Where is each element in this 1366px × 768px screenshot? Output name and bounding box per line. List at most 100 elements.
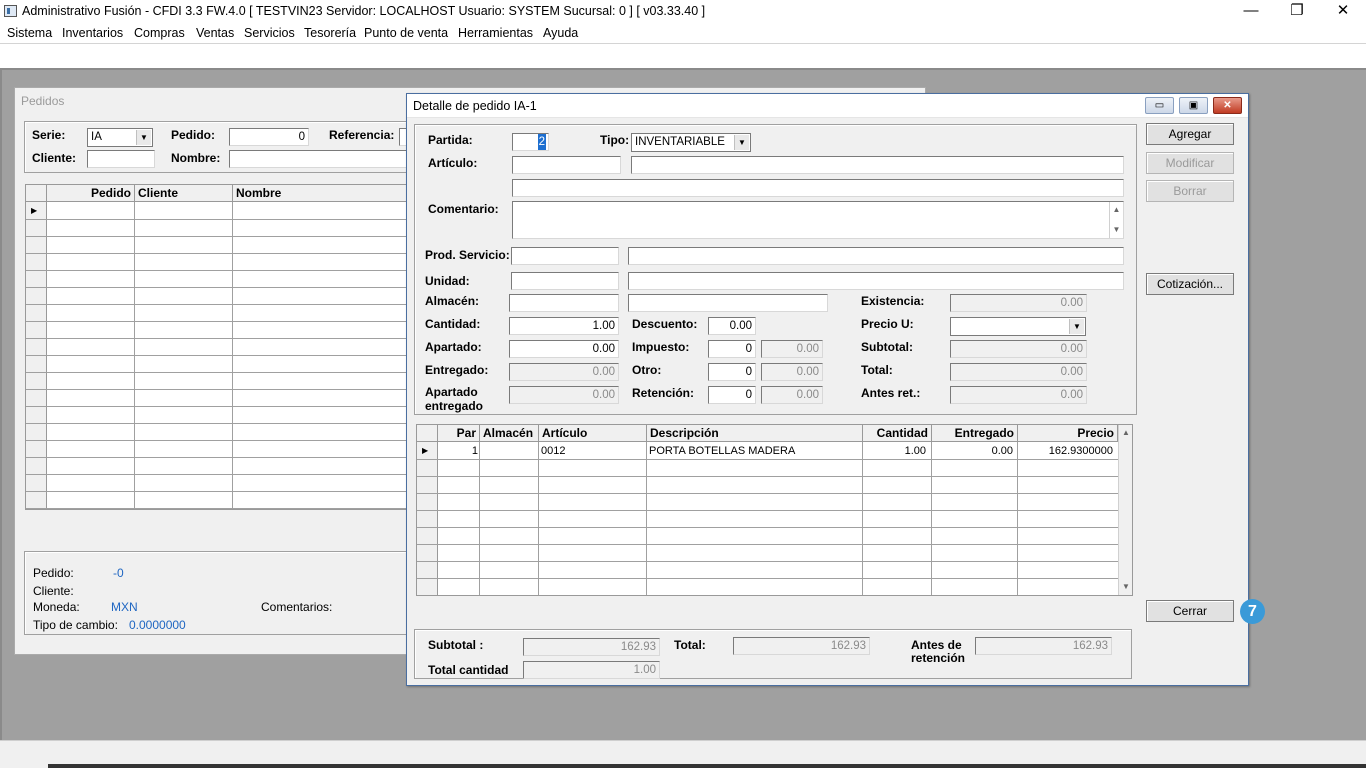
prod-servicio-name-input[interactable]: [628, 247, 1124, 265]
agregar-button[interactable]: Agregar: [1146, 123, 1234, 145]
scroll-up-icon[interactable]: ▲: [1119, 425, 1132, 441]
articulo-name-input[interactable]: [631, 156, 1124, 174]
col-articulo[interactable]: Artículo: [539, 425, 647, 442]
summary-total-cantidad-label: Total cantidad: [428, 663, 509, 677]
grid-row-line: [26, 321, 409, 322]
dialog-minimize-icon[interactable]: ▭: [1145, 97, 1174, 114]
scroll-down-icon[interactable]: ▼: [1110, 222, 1123, 238]
col-par[interactable]: Par: [438, 425, 480, 442]
tipo-select[interactable]: INVENTARIABLE ▼: [631, 133, 751, 152]
menu-ayuda[interactable]: Ayuda: [543, 26, 578, 40]
cell-cantidad: 1.00: [904, 445, 926, 457]
step-badge: 7: [1240, 599, 1265, 624]
unidad-name-input[interactable]: [628, 272, 1124, 290]
partidas-scrollbar[interactable]: ▲ ▼: [1118, 425, 1132, 595]
partidas-grid[interactable]: Par Almacén Artículo Descripción Cantida…: [416, 424, 1133, 596]
retencion-label: Retención:: [632, 386, 695, 400]
otro-input[interactable]: 0: [708, 363, 756, 381]
impuesto-input[interactable]: 0: [708, 340, 756, 358]
existencia-label: Existencia:: [861, 294, 925, 308]
pedidos-caption: Pedidos: [21, 94, 65, 108]
grid-column-line: [232, 202, 233, 509]
menu-servicios[interactable]: Servicios: [244, 26, 295, 40]
comentario-textarea[interactable]: ▲ ▼: [512, 201, 1124, 239]
apartado-entregado-field: 0.00: [509, 386, 619, 404]
unidad-label: Unidad:: [425, 274, 470, 288]
menu-tesoreria[interactable]: Tesorería: [304, 26, 356, 40]
current-row-arrow-icon: ▶: [422, 446, 429, 455]
dialog-close-icon[interactable]: ✕: [1213, 97, 1242, 114]
pedido-input[interactable]: 0: [229, 128, 309, 146]
menu-punto-de-venta[interactable]: Punto de venta: [364, 26, 448, 40]
col-cliente[interactable]: Cliente: [135, 185, 233, 202]
grid-row-line: [417, 578, 1118, 579]
cerrar-button[interactable]: Cerrar: [1146, 600, 1234, 622]
col-nombre[interactable]: Nombre: [233, 185, 409, 202]
row-indicator-column: [417, 442, 438, 595]
partida-input[interactable]: 2: [512, 133, 549, 151]
retencion-input[interactable]: 0: [708, 386, 756, 404]
cantidad-input[interactable]: 1.00: [509, 317, 619, 335]
chevron-down-icon[interactable]: ▼: [136, 130, 151, 145]
col-precio[interactable]: Precio: [1018, 425, 1118, 442]
modificar-button[interactable]: Modificar: [1146, 152, 1234, 174]
grid-row-line: [26, 338, 409, 339]
pedidos-grid[interactable]: Pedido Cliente Nombre ▶: [25, 184, 410, 510]
grid-row-line: [26, 457, 409, 458]
col-descripcion[interactable]: Descripción: [647, 425, 863, 442]
articulo-extra-input[interactable]: [512, 179, 1124, 197]
retencion-amount: 0.00: [761, 386, 823, 404]
descuento-label: Descuento:: [632, 317, 698, 331]
nombre-input[interactable]: [229, 150, 409, 168]
grid-row-line: [26, 389, 409, 390]
dialog-restore-icon[interactable]: ▣: [1179, 97, 1208, 114]
serie-select[interactable]: IA ▼: [87, 128, 153, 147]
col-almacen[interactable]: Almacén: [480, 425, 539, 442]
almacen-code-input[interactable]: [509, 294, 619, 312]
menu-inventarios[interactable]: Inventarios: [62, 26, 123, 40]
borrar-button[interactable]: Borrar: [1146, 180, 1234, 202]
footer-tipo-cambio-label: Tipo de cambio:: [33, 618, 118, 632]
summary-total-label: Total:: [674, 638, 706, 652]
title-bar: Administrativo Fusión - CFDI 3.3 FW.4.0 …: [0, 0, 1366, 24]
comentario-scrollbar[interactable]: ▲ ▼: [1109, 202, 1123, 238]
menu-ventas[interactable]: Ventas: [196, 26, 234, 40]
chevron-down-icon[interactable]: ▼: [1069, 319, 1084, 334]
unidad-code-input[interactable]: [511, 272, 619, 290]
precio-u-select[interactable]: ▼: [950, 317, 1086, 336]
nombre-label: Nombre:: [171, 151, 221, 165]
scroll-up-icon[interactable]: ▲: [1110, 202, 1123, 218]
grid-row-line: [26, 423, 409, 424]
grid-column-line: [538, 442, 539, 595]
minimize-button[interactable]: —: [1228, 0, 1274, 24]
scroll-down-icon[interactable]: ▼: [1119, 579, 1132, 595]
prod-servicio-code-input[interactable]: [511, 247, 619, 265]
grid-row-line: [417, 561, 1118, 562]
maximize-button[interactable]: ❐: [1274, 0, 1320, 24]
cotizacion-button[interactable]: Cotización...: [1146, 273, 1234, 295]
menu-herramientas[interactable]: Herramientas: [458, 26, 533, 40]
descuento-input[interactable]: 0.00: [708, 317, 756, 335]
articulo-code-input[interactable]: [512, 156, 621, 174]
total-field: 0.00: [950, 363, 1087, 381]
close-button[interactable]: ✕: [1320, 0, 1366, 24]
cell-descripcion: PORTA BOTELLAS MADERA: [649, 445, 796, 457]
menu-sistema[interactable]: Sistema: [7, 26, 52, 40]
grid-row-line: [417, 476, 1118, 477]
cantidad-label: Cantidad:: [425, 317, 481, 331]
grid-row-line: [417, 493, 1118, 494]
chevron-down-icon[interactable]: ▼: [734, 135, 749, 150]
menu-compras[interactable]: Compras: [134, 26, 185, 40]
cliente-input[interactable]: [87, 150, 155, 168]
almacen-name-input[interactable]: [628, 294, 828, 312]
app-icon: [4, 5, 17, 17]
grid-row-line: [417, 459, 1118, 460]
col-pedido[interactable]: Pedido: [47, 185, 135, 202]
grid-row-line: [26, 440, 409, 441]
grid-column-line: [479, 442, 480, 595]
col-cantidad[interactable]: Cantidad: [863, 425, 932, 442]
entregado-label: Entregado:: [425, 363, 489, 377]
apartado-input[interactable]: 0.00: [509, 340, 619, 358]
summary-subtotal-field: 162.93: [523, 638, 660, 656]
col-entregado[interactable]: Entregado: [932, 425, 1018, 442]
